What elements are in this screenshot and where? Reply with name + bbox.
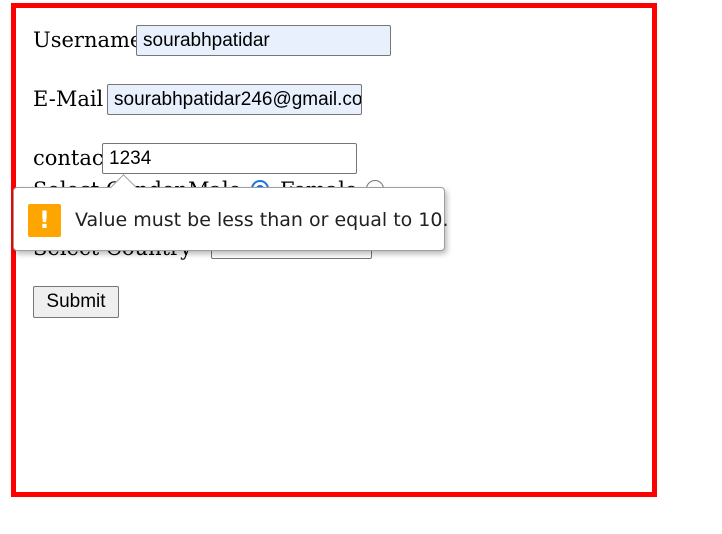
username-input[interactable]: sourabhpatidar [136, 25, 391, 56]
contact-label: contact [33, 146, 113, 170]
username-label: Username [33, 28, 143, 52]
contact-input[interactable]: 1234 [102, 143, 357, 174]
email-input[interactable]: sourabhpatidar246@gmail.com [107, 84, 362, 115]
validation-message: Value must be less than or equal to 10. [75, 209, 449, 231]
email-label: E-Mail [33, 87, 104, 111]
warning-icon: ! [28, 204, 61, 237]
submit-button[interactable]: Submit [33, 286, 119, 318]
validation-tooltip: ! Value must be less than or equal to 10… [13, 174, 449, 251]
